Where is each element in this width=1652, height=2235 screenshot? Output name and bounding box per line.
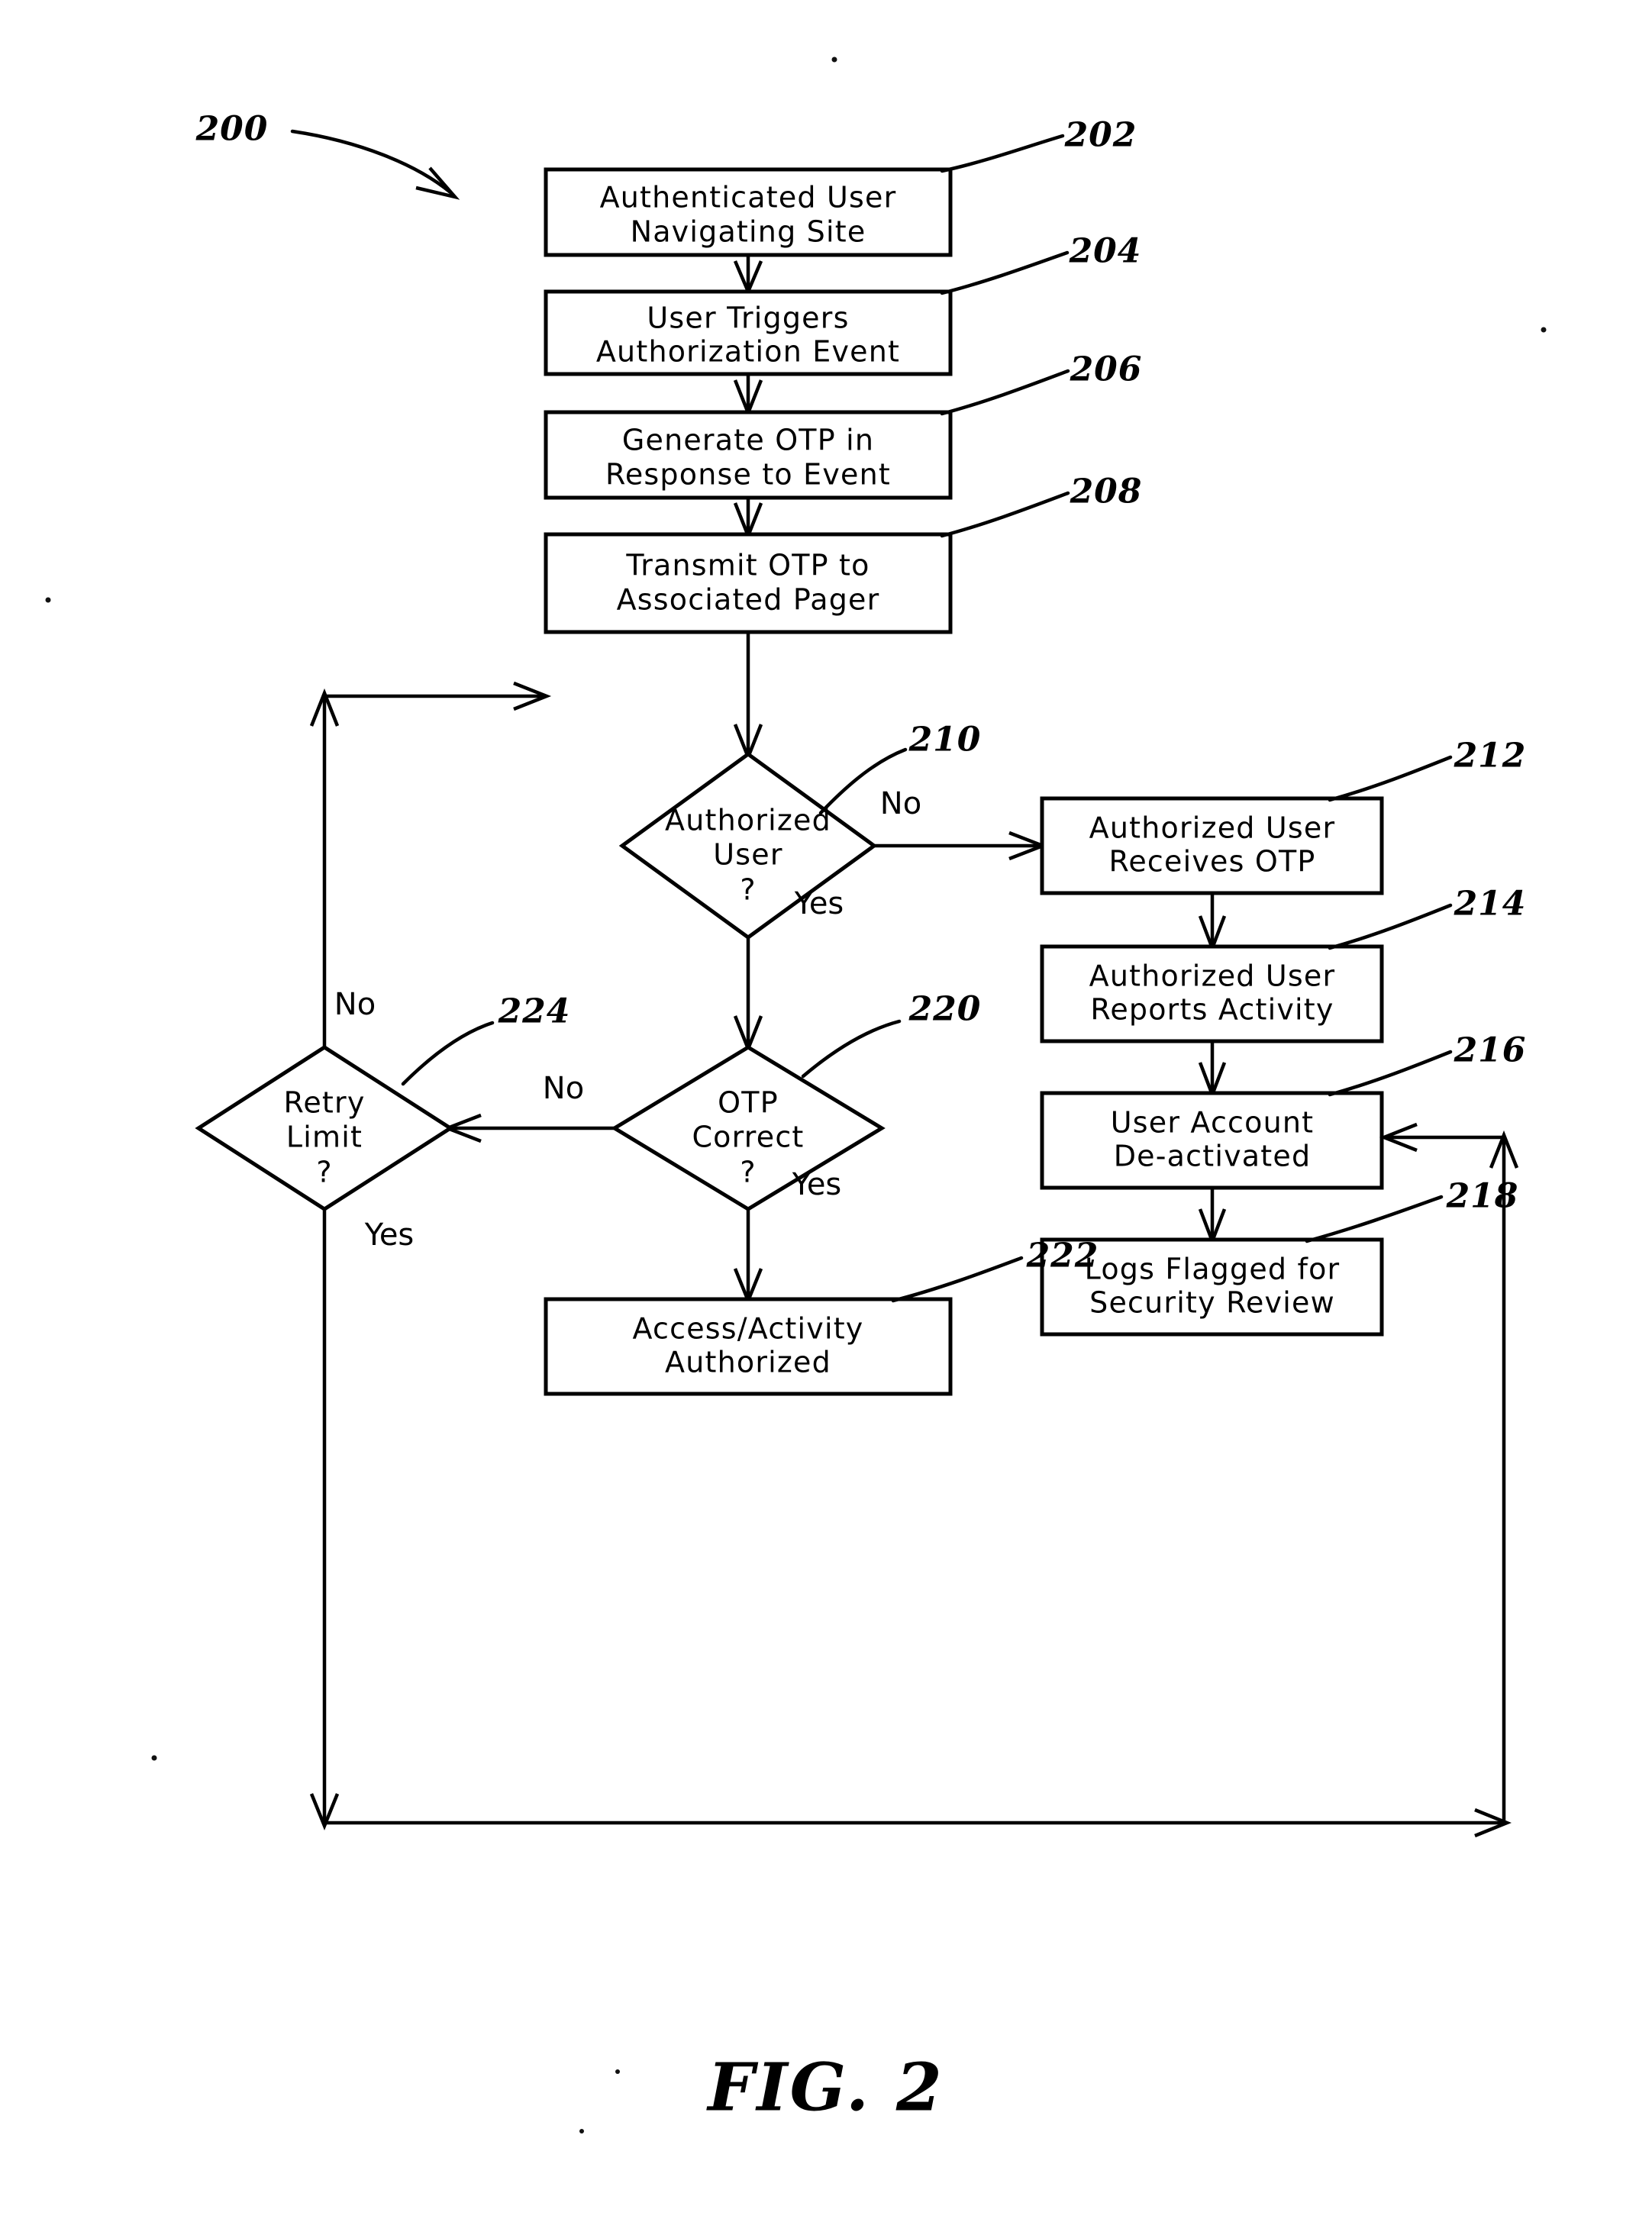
node-214-label-line2: Reports Activity: [1090, 993, 1334, 1027]
node-212-label-line1: Authorized User: [1089, 811, 1336, 845]
connector-220-yes-to-222: [733, 1209, 763, 1305]
node-210-label-line2: User: [713, 838, 782, 872]
branch-label-224-yes: Yes: [364, 1217, 415, 1253]
node-204-user-triggers-authorization-event[interactable]: User Triggers Authorization Event: [544, 289, 953, 376]
node-202-authenticated-user-navigating-site[interactable]: Authenticated User Navigating Site: [544, 167, 953, 257]
node-206-ref-label: 206: [1070, 350, 1143, 389]
node-206-label-line2: Response to Event: [605, 458, 891, 492]
node-204-ref-label: 204: [1069, 232, 1142, 271]
node-212-authorized-user-receives-otp[interactable]: Authorized User Receives OTP: [1040, 796, 1384, 895]
node-214-authorized-user-reports-activity[interactable]: Authorized User Reports Activity: [1040, 944, 1384, 1043]
node-204-label-line2: Authorization Event: [596, 335, 900, 369]
connector-208-to-210: [733, 632, 763, 763]
node-206-generate-otp-in-response-to-event[interactable]: Generate OTP in Response to Event: [544, 410, 953, 500]
node-222-ref-leader: [891, 1256, 1024, 1303]
scan-speck: [151, 1755, 157, 1761]
connector-206-to-208: [733, 498, 763, 541]
node-224-retry-limit-decision[interactable]: Retry Limit ?: [195, 1045, 454, 1211]
node-202-ref-label: 202: [1064, 116, 1137, 155]
node-216-ref-leader: [1328, 1050, 1453, 1097]
branch-label-210-yes: Yes: [794, 886, 844, 921]
node-220-label-line1: OTP: [718, 1086, 779, 1120]
node-220-otp-correct-decision[interactable]: OTP Correct ?: [611, 1045, 886, 1211]
scan-speck: [615, 2069, 620, 2074]
connector-210-no-to-212: [874, 830, 1048, 861]
node-208-label-line2: Associated Pager: [617, 583, 880, 617]
scan-speck: [1541, 327, 1547, 333]
node-216-ref-label: 216: [1454, 1031, 1527, 1070]
node-208-ref-leader: [940, 491, 1070, 538]
scan-speck: [45, 597, 51, 603]
figure-caption: FIG. 2: [705, 2050, 944, 2127]
node-208-label-line1: Transmit OTP to: [625, 549, 870, 582]
node-224-ref-leader: [401, 1021, 495, 1086]
connector-210-yes-to-220: [733, 937, 763, 1054]
node-212-ref-leader: [1328, 755, 1453, 802]
node-224-label-line1: Retry: [283, 1086, 365, 1120]
connector-220-no-to-224: [442, 1113, 615, 1143]
node-218-ref-label: 218: [1446, 1177, 1519, 1216]
node-218-ref-leader: [1305, 1195, 1444, 1243]
node-224-label-line3: ?: [316, 1156, 332, 1189]
node-210-label-line1: Authorized: [665, 804, 831, 837]
node-202-label-line2: Navigating Site: [631, 215, 866, 249]
node-224-label-line2: Limit: [286, 1121, 363, 1154]
flowchart-canvas: 200 Authenticated User Navigating Site 2…: [45, 56, 1547, 2133]
node-210-label-line3: ?: [740, 873, 756, 907]
connector-202-to-204: [733, 255, 763, 296]
connector-214-to-216: [1198, 1041, 1227, 1100]
node-216-label-line1: User Account: [1111, 1106, 1315, 1140]
node-216-label-line2: De-activated: [1114, 1140, 1312, 1173]
node-222-access-activity-authorized[interactable]: Access/Activity Authorized: [544, 1297, 953, 1396]
branch-label-220-no: No: [543, 1071, 584, 1106]
scan-speck: [579, 2129, 584, 2133]
diagram-ref-200-leader: [290, 129, 460, 200]
diagram-ref-200-label: 200: [195, 110, 269, 149]
branch-label-224-no: No: [334, 987, 376, 1022]
scan-speck: [831, 56, 837, 63]
node-220-label-line3: ?: [740, 1156, 756, 1189]
node-204-ref-leader: [940, 250, 1070, 295]
node-216-user-account-de-activated[interactable]: User Account De-activated: [1040, 1091, 1384, 1190]
node-220-ref-label: 220: [908, 990, 982, 1029]
node-206-label-line1: Generate OTP in: [622, 424, 874, 457]
node-214-ref-label: 214: [1454, 885, 1527, 924]
node-208-ref-label: 208: [1070, 472, 1143, 511]
node-206-ref-leader: [940, 369, 1070, 416]
node-208-transmit-otp-to-associated-pager[interactable]: Transmit OTP to Associated Pager: [544, 532, 953, 634]
node-204-label-line1: User Triggers: [647, 302, 849, 335]
node-222-label-line2: Authorized: [665, 1346, 831, 1379]
node-224-ref-label: 224: [498, 992, 571, 1031]
node-222-ref-label: 222: [1026, 1237, 1099, 1276]
connector-212-to-214: [1198, 893, 1227, 953]
node-220-label-line2: Correct: [692, 1121, 804, 1154]
patent-figure-page: 200 Authenticated User Navigating Site 2…: [0, 0, 1652, 2235]
node-222-label-line1: Access/Activity: [633, 1312, 864, 1346]
node-214-ref-leader: [1328, 903, 1453, 950]
node-220-ref-leader: [801, 1019, 902, 1079]
node-212-ref-label: 212: [1454, 737, 1527, 776]
branch-label-220-yes: Yes: [792, 1167, 842, 1202]
node-202-ref-leader: [940, 134, 1065, 173]
node-212-label-line2: Receives OTP: [1108, 845, 1315, 879]
connector-204-to-206: [733, 374, 763, 418]
branch-label-210-no: No: [880, 786, 921, 821]
connector-216-to-218: [1198, 1188, 1227, 1247]
node-202-label-line1: Authenticated User: [600, 181, 897, 214]
node-218-label-line2: Security Review: [1089, 1286, 1335, 1320]
node-218-label-line1: Logs Flagged for: [1085, 1253, 1341, 1286]
node-210-ref-label: 210: [908, 721, 982, 760]
node-214-label-line1: Authorized User: [1089, 959, 1336, 993]
